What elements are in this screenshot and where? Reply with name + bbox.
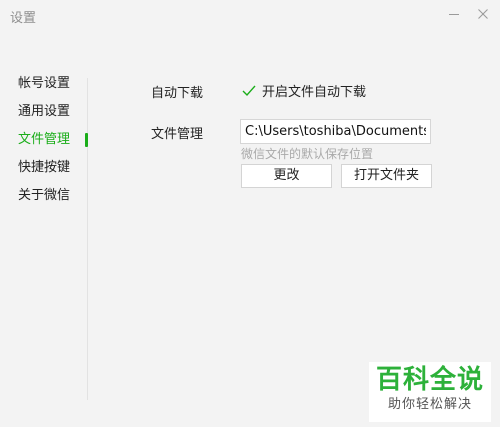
minimize-button[interactable] [440, 2, 468, 26]
watermark-slogan: 助你轻松解决 [387, 397, 472, 412]
auto-download-checkbox[interactable] [241, 83, 256, 98]
sidebar-item-file-management[interactable]: 文件管理 [18, 129, 70, 151]
auto-download-checkbox-label: 开启文件自动下载 [262, 85, 367, 100]
change-path-button[interactable]: 更改 [241, 164, 332, 188]
watermark: 百科全说 助你轻松解决 [369, 362, 491, 422]
auto-download-option[interactable]: 开启文件自动下载 [241, 81, 366, 100]
auto-download-label: 自动下载 [151, 86, 204, 101]
close-button[interactable] [469, 2, 497, 26]
save-path-field[interactable] [240, 119, 431, 144]
sidebar-item-shortcuts[interactable]: 快捷按键 [18, 157, 70, 179]
checkmark-icon [242, 85, 256, 96]
sidebar-item-account[interactable]: 帐号设置 [18, 73, 70, 95]
file-management-label: 文件管理 [151, 127, 204, 142]
sidebar-item-about[interactable]: 关于微信 [18, 185, 70, 207]
window-title: 设置 [10, 11, 37, 26]
title-bar: 设置 [0, 0, 500, 34]
open-folder-button[interactable]: 打开文件夹 [341, 164, 432, 188]
minimize-icon [449, 13, 459, 15]
save-path-hint: 微信文件的默认保存位置 [241, 147, 374, 161]
watermark-brand: 百科全说 [375, 365, 484, 395]
sidebar-divider [87, 78, 88, 400]
close-icon [478, 9, 488, 19]
active-tab-indicator [85, 133, 88, 147]
sidebar-item-general[interactable]: 通用设置 [18, 101, 70, 123]
